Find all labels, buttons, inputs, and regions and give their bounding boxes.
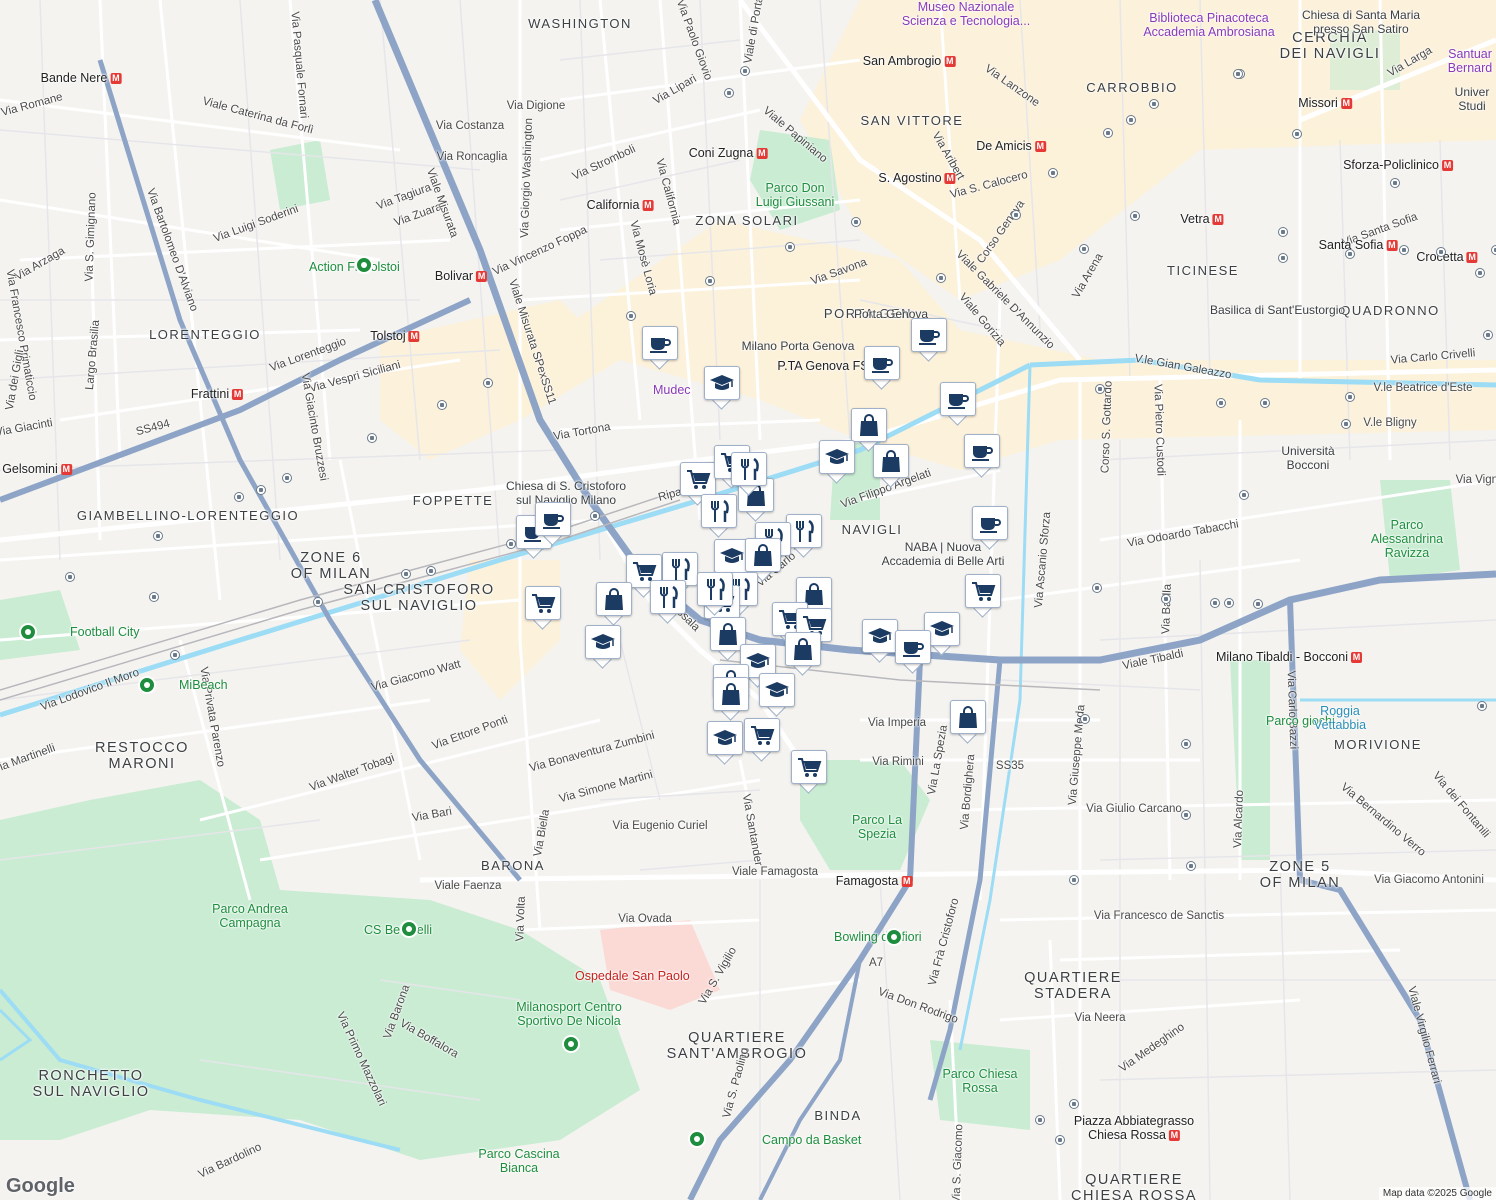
bus-stop-icon[interactable] [401, 569, 411, 579]
bus-stop-icon[interactable] [313, 597, 323, 607]
education-marker[interactable] [759, 673, 795, 717]
bus-stop-icon[interactable] [1345, 392, 1355, 402]
bus-stop-icon[interactable] [1149, 99, 1159, 109]
grocery-marker[interactable] [744, 718, 780, 762]
shop-marker[interactable] [596, 582, 632, 626]
bus-stop-icon[interactable] [1475, 268, 1485, 278]
bus-stop-icon[interactable] [1092, 583, 1102, 593]
bus-stop-icon[interactable] [705, 276, 715, 286]
education-marker[interactable] [704, 366, 740, 410]
bus-stop-icon[interactable] [1278, 253, 1288, 263]
bus-stop-icon[interactable] [1079, 244, 1089, 254]
park-poi-icon[interactable] [562, 1035, 580, 1053]
bus-stop-icon[interactable] [1292, 129, 1302, 139]
education-marker[interactable] [862, 619, 898, 663]
bus-stop-icon[interactable] [1080, 714, 1090, 724]
bus-stop-icon[interactable] [724, 88, 734, 98]
restaurant-marker[interactable] [650, 580, 686, 624]
google-logo: Google [6, 1175, 75, 1197]
bus-stop-icon[interactable] [1069, 875, 1079, 885]
bus-stop-icon[interactable] [851, 217, 861, 227]
bus-stop-icon[interactable] [1345, 249, 1355, 259]
education-marker[interactable] [585, 625, 621, 669]
bus-stop-icon[interactable] [1278, 227, 1288, 237]
bus-stop-icon[interactable] [153, 531, 163, 541]
bus-stop-icon[interactable] [506, 539, 516, 549]
bus-stop-icon[interactable] [1186, 861, 1196, 871]
cafe-marker[interactable] [911, 318, 947, 362]
park-poi-icon[interactable] [885, 928, 903, 946]
park-poi-icon[interactable] [138, 676, 156, 694]
bus-stop-icon[interactable] [65, 572, 75, 582]
grocery-marker[interactable] [965, 574, 1001, 618]
cafe-marker[interactable] [972, 506, 1008, 550]
bus-stop-icon[interactable] [282, 473, 292, 483]
cafe-marker[interactable] [642, 326, 678, 370]
bus-stop-icon[interactable] [1399, 245, 1409, 255]
bus-stop-icon[interactable] [626, 311, 636, 321]
bus-stop-icon[interactable] [1341, 419, 1351, 429]
cafe-marker[interactable] [864, 346, 900, 390]
bus-stop-icon[interactable] [1161, 594, 1171, 604]
bus-stop-icon[interactable] [1069, 1099, 1079, 1109]
bus-stop-icon[interactable] [170, 650, 180, 660]
bus-stop-icon[interactable] [1048, 168, 1058, 178]
shop-marker[interactable] [785, 632, 821, 676]
bus-stop-icon[interactable] [426, 566, 436, 576]
bus-stop-icon[interactable] [1233, 69, 1243, 79]
bus-stop-icon[interactable] [1210, 598, 1220, 608]
shop-marker[interactable] [950, 700, 986, 744]
bus-stop-icon[interactable] [1103, 128, 1113, 138]
bus-stop-icon[interactable] [1260, 398, 1270, 408]
bus-stop-icon[interactable] [1483, 330, 1493, 340]
shop-marker[interactable] [873, 444, 909, 488]
bus-stop-icon[interactable] [1224, 598, 1234, 608]
bus-stop-icon[interactable] [1436, 247, 1446, 257]
bus-stop-icon[interactable] [437, 400, 447, 410]
park-poi-icon[interactable] [400, 920, 418, 938]
park-poi-icon[interactable] [688, 1130, 706, 1148]
shop-marker[interactable] [713, 677, 749, 721]
education-marker[interactable] [819, 440, 855, 484]
bus-stop-icon[interactable] [1239, 490, 1249, 500]
bus-stop-icon[interactable] [1390, 178, 1400, 188]
bus-stop-icon[interactable] [1095, 384, 1105, 394]
grocery-marker[interactable] [525, 586, 561, 630]
bus-stop-icon[interactable] [1181, 810, 1191, 820]
restaurant-marker[interactable] [731, 452, 767, 496]
bus-stop-icon[interactable] [785, 242, 795, 252]
park-poi-icon[interactable] [19, 623, 37, 641]
grocery-marker[interactable] [791, 750, 827, 794]
bus-stop-icon[interactable] [1491, 245, 1496, 255]
cafe-marker[interactable] [940, 382, 976, 426]
bus-stop-icon[interactable] [1035, 1115, 1045, 1125]
bus-stop-icon[interactable] [1181, 739, 1191, 749]
bus-stop-icon[interactable] [1055, 1135, 1065, 1145]
bus-stop-icon[interactable] [1477, 701, 1487, 711]
cafe-marker[interactable] [964, 434, 1000, 478]
bus-stop-icon[interactable] [1126, 115, 1136, 125]
bus-stop-icon[interactable] [1130, 211, 1140, 221]
education-marker[interactable] [707, 721, 743, 765]
bus-stop-icon[interactable] [936, 273, 946, 283]
restaurant-marker[interactable] [697, 572, 733, 616]
bus-stop-icon[interactable] [367, 433, 377, 443]
bus-stop-icon[interactable] [256, 485, 266, 495]
restaurant-marker[interactable] [701, 494, 737, 538]
bus-stop-icon[interactable] [483, 378, 493, 388]
park-poi-icon[interactable] [355, 256, 373, 274]
bus-stop-icon[interactable] [590, 511, 600, 521]
bus-stop-icon[interactable] [149, 592, 159, 602]
bus-stop-icon[interactable] [740, 66, 750, 76]
map-attribution[interactable]: Map data ©2025 Google [1378, 1187, 1496, 1200]
map-view[interactable]: WASHINGTON SAN VITTORE CARROBBIO CERCHIA DE… [0, 0, 1496, 1200]
bus-stop-icon[interactable] [234, 492, 244, 502]
bus-stop-icon[interactable] [1216, 398, 1226, 408]
cafe-marker[interactable] [535, 502, 571, 546]
bus-stop-icon[interactable] [1253, 599, 1263, 609]
cafe-marker[interactable] [895, 630, 931, 674]
bus-stop-icon[interactable] [1011, 210, 1021, 220]
restaurant-marker[interactable] [786, 514, 822, 558]
